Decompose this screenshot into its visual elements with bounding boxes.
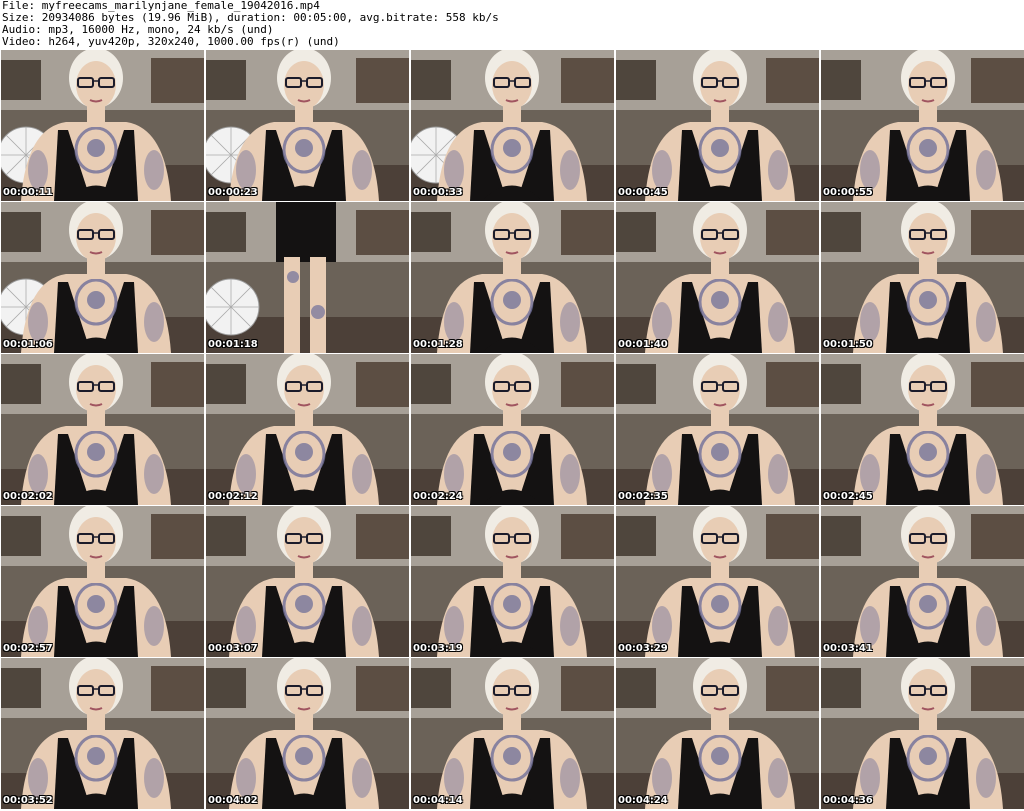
video-thumbnail: 00:00:11 [1, 50, 204, 201]
video-thumbnail: 00:04:36 [821, 658, 1024, 809]
video-thumbnail: 00:00:45 [616, 50, 819, 201]
video-thumbnail: 00:02:35 [616, 354, 819, 505]
video-thumbnail: 00:00:23 [206, 50, 409, 201]
thumbnail-timestamp: 00:02:02 [3, 491, 53, 502]
thumbnail-timestamp: 00:04:14 [413, 795, 463, 806]
video-thumbnail: 00:01:40 [616, 202, 819, 353]
thumbnail-timestamp: 00:00:45 [618, 187, 668, 198]
thumbnail-timestamp: 00:00:55 [823, 187, 873, 198]
thumbnail-timestamp: 00:02:24 [413, 491, 463, 502]
thumbnail-timestamp: 00:01:18 [208, 339, 258, 350]
thumbnail-timestamp: 00:02:57 [3, 643, 53, 654]
video-thumbnail: 00:02:12 [206, 354, 409, 505]
video-thumbnail: 00:02:24 [411, 354, 614, 505]
video-thumbnail: 00:03:07 [206, 506, 409, 657]
thumbnail-timestamp: 00:02:35 [618, 491, 668, 502]
video-thumbnail: 00:04:24 [616, 658, 819, 809]
thumbnail-timestamp: 00:04:24 [618, 795, 668, 806]
thumbnail-timestamp: 00:03:29 [618, 643, 668, 654]
thumbnail-timestamp: 00:00:11 [3, 187, 53, 198]
thumbnail-timestamp: 00:04:02 [208, 795, 258, 806]
video-info-line: Video: h264, yuv420p, 320x240, 1000.00 f… [2, 35, 340, 48]
thumbnail-timestamp: 00:03:19 [413, 643, 463, 654]
video-thumbnail: 00:04:14 [411, 658, 614, 809]
thumbnail-timestamp: 00:03:52 [3, 795, 53, 806]
video-thumbnail: 00:03:41 [821, 506, 1024, 657]
video-thumbnail: 00:02:45 [821, 354, 1024, 505]
video-thumbnail: 00:00:55 [821, 50, 1024, 201]
thumbnail-timestamp: 00:04:36 [823, 795, 873, 806]
video-thumbnail: 00:01:18 [206, 202, 409, 353]
thumbnail-timestamp: 00:01:40 [618, 339, 668, 350]
thumbnail-timestamp: 00:03:07 [208, 643, 258, 654]
thumbnail-timestamp: 00:02:45 [823, 491, 873, 502]
video-thumbnail: 00:04:02 [206, 658, 409, 809]
video-thumbnail: 00:00:33 [411, 50, 614, 201]
video-info-header: File: myfreecams_marilynjane_female_1904… [2, 0, 1022, 48]
thumbnail-timestamp: 00:02:12 [208, 491, 258, 502]
video-thumbnail: 00:01:28 [411, 202, 614, 353]
thumbnail-timestamp: 00:00:33 [413, 187, 463, 198]
video-thumbnail: 00:03:19 [411, 506, 614, 657]
video-thumbnail: 00:03:52 [1, 658, 204, 809]
thumbnail-timestamp: 00:01:06 [3, 339, 53, 350]
video-thumbnail: 00:02:02 [1, 354, 204, 505]
thumbnail-timestamp: 00:03:41 [823, 643, 873, 654]
thumbnail-grid: 00:00:11 00:00:23 00:00:33 00:00:45 00:00:55… [0, 50, 1024, 811]
thumbnail-timestamp: 00:00:23 [208, 187, 258, 198]
video-thumbnail: 00:02:57 [1, 506, 204, 657]
video-thumbnail: 00:03:29 [616, 506, 819, 657]
thumbnail-timestamp: 00:01:50 [823, 339, 873, 350]
video-thumbnail: 00:01:06 [1, 202, 204, 353]
video-thumbnail: 00:01:50 [821, 202, 1024, 353]
thumbnail-timestamp: 00:01:28 [413, 339, 463, 350]
